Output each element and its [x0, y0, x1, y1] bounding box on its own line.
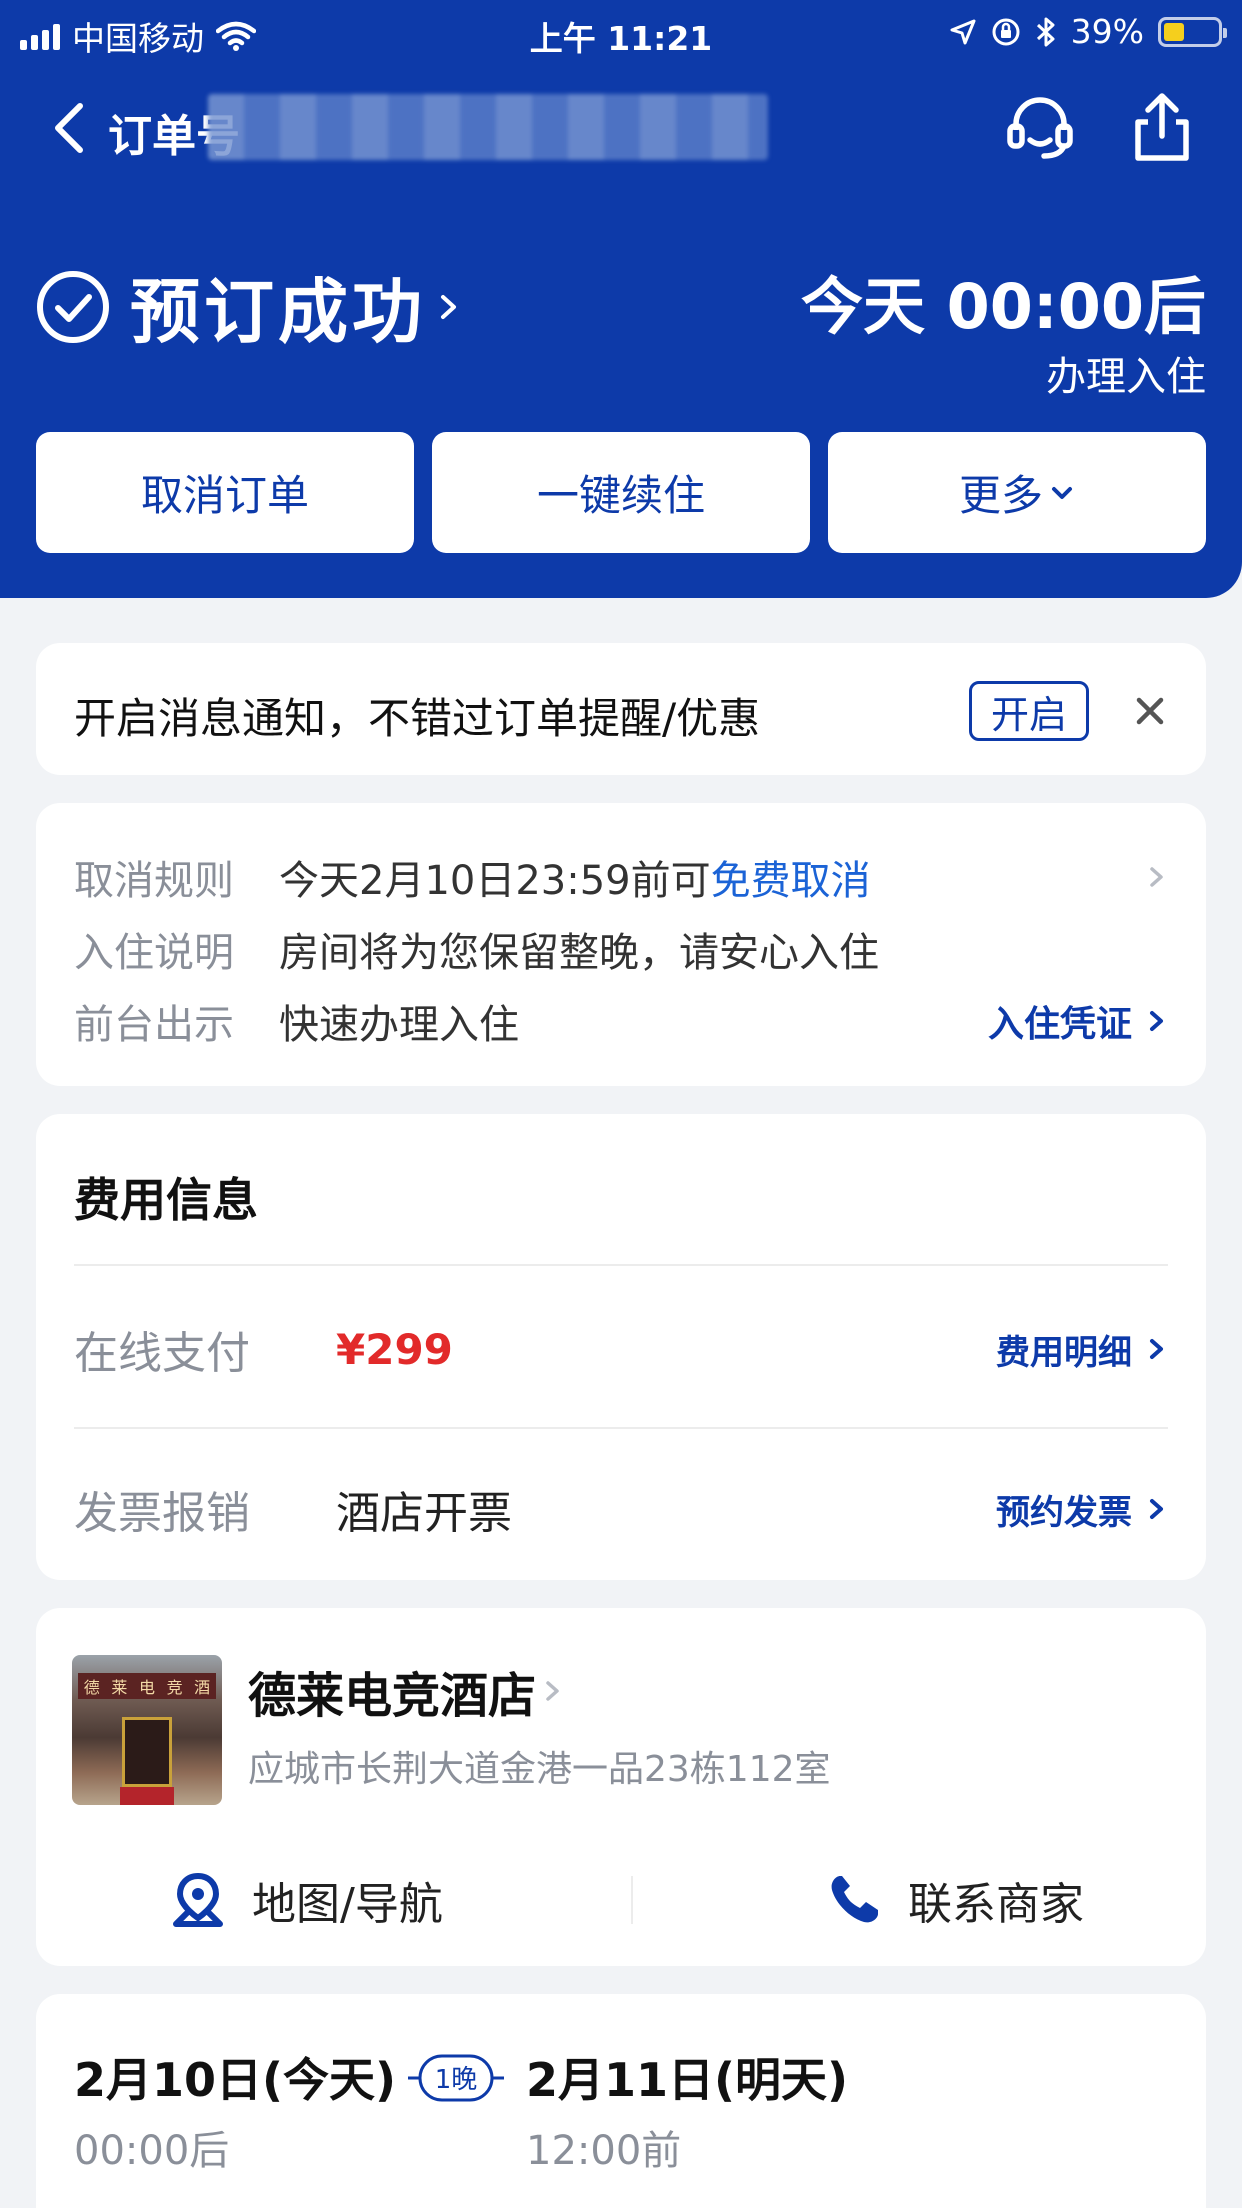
phone-icon	[831, 1876, 878, 1923]
booking-status: 预订成功 今天 00:00后 办理入住	[36, 250, 1206, 400]
stay-dates-card: 2月10日(今天) 00:00后 1晚 2月11日(明天) 12:00前	[36, 1994, 1206, 2208]
chevron-right-icon	[1150, 1339, 1163, 1359]
map-navigation-button[interactable]: 地图/导航	[170, 1864, 443, 1936]
contact-merchant-label: 联系商家	[908, 1879, 1084, 1930]
battery-icon	[1158, 16, 1227, 47]
hotel-door	[122, 1717, 172, 1787]
more-label: 更多	[958, 471, 1043, 520]
invoice-reserve-label: 预约发票	[996, 1492, 1132, 1533]
fee-detail-label: 费用明细	[996, 1332, 1132, 1373]
hotel-name-link[interactable]: 德莱电竞酒店	[248, 1656, 564, 1726]
nights-badge-frame: 1晚	[408, 2054, 504, 2102]
nights-label: 1晚	[435, 2065, 478, 2095]
extend-stay-label: 一键续住	[536, 471, 705, 520]
checkin-voucher-label: 入住凭证	[987, 1004, 1132, 1045]
cancel-order-button[interactable]: 取消订单	[36, 432, 414, 553]
divider	[631, 1876, 633, 1924]
fee-title: 费用信息	[74, 1173, 258, 1227]
rotation-lock-icon	[992, 18, 1020, 45]
extend-stay-button[interactable]: 一键续住	[432, 432, 810, 553]
header: 中国移动 上午 11:21 39% 订单号 预订成功 今天 00:00后 办理入…	[0, 0, 1242, 598]
nav-bar: 订单号	[0, 78, 1242, 178]
divider	[74, 1427, 1168, 1429]
customer-service-icon[interactable]	[1002, 90, 1078, 166]
hotel-sign: 德莱电竞酒	[78, 1673, 216, 1699]
map-pin-icon	[173, 1872, 223, 1927]
bluetooth-icon	[1036, 17, 1055, 46]
checkin-voucher-link[interactable]: 入住凭证	[988, 991, 1168, 1051]
cancel-rule-value: 今天2月10日23:59前可免费取消	[279, 858, 871, 904]
share-icon[interactable]	[1124, 90, 1200, 166]
chevron-right-icon	[546, 1681, 559, 1701]
notification-text: 开启消息通知，不错过订单提醒/优惠	[74, 694, 761, 743]
cancel-rule-row[interactable]: 取消规则 今天2月10日23:59前可免费取消	[74, 847, 1168, 907]
booking-status-text: 预订成功	[130, 271, 426, 353]
hotel-name: 德莱电竞酒店	[248, 1668, 537, 1724]
cancel-order-label: 取消订单	[140, 471, 309, 520]
chevron-right-icon	[1150, 1011, 1163, 1031]
front-desk-key: 前台出示	[74, 1002, 234, 1048]
front-desk-value: 快速办理入住	[279, 1002, 519, 1048]
fee-detail-link[interactable]: 费用明细	[996, 1314, 1168, 1384]
action-buttons: 取消订单 一键续住 更多	[36, 432, 1206, 553]
fee-card: 费用信息 在线支付 ¥299 费用明细 发票报销 酒店开票 预约发票	[36, 1114, 1206, 1580]
invoice-row: 发票报销 酒店开票 预约发票	[74, 1474, 1168, 1544]
hotel-card: 德莱电竞酒 德莱电竞酒店 应城市长荆大道金港一品23栋112室 地图/导航 联系…	[36, 1608, 1206, 1966]
hotel-carpet	[120, 1787, 174, 1805]
contact-merchant-button[interactable]: 联系商家	[826, 1864, 1084, 1936]
rules-card: 取消规则 今天2月10日23:59前可免费取消 入住说明 房间将为您保留整晚，请…	[36, 803, 1206, 1086]
chevron-down-icon	[1052, 486, 1072, 499]
checkin-note-row: 入住说明 房间将为您保留整晚，请安心入住	[74, 919, 1168, 979]
checkin-time: 今天 00:00后	[801, 270, 1206, 343]
divider	[74, 1264, 1168, 1266]
chevron-right-icon	[441, 294, 456, 319]
front-desk-row: 前台出示 快速办理入住 入住凭证	[74, 991, 1168, 1051]
checkout-date-time: 12:00前	[526, 2128, 682, 2174]
chevron-right-icon	[1150, 867, 1163, 887]
chevron-right-icon	[1150, 1499, 1163, 1519]
check-circle-icon	[37, 270, 109, 343]
cancel-rule-key: 取消规则	[74, 858, 234, 904]
checkin-note-key: 入住说明	[74, 930, 234, 976]
checkin-note-value: 房间将为您保留整晚，请安心入住	[279, 930, 879, 976]
hotel-address: 应城市长荆大道金港一品23栋112室	[248, 1749, 831, 1790]
more-button[interactable]: 更多	[828, 432, 1206, 553]
free-cancel-text: 免费取消	[710, 858, 871, 904]
checkin-subtitle: 办理入住	[1046, 354, 1206, 400]
order-number-masked	[208, 94, 768, 160]
booking-status-link[interactable]: 预订成功	[36, 256, 464, 357]
online-payment-row: 在线支付 ¥299 费用明细	[74, 1314, 1168, 1384]
status-bar: 中国移动 上午 11:21 39%	[0, 0, 1242, 62]
location-arrow-icon	[950, 19, 976, 44]
invoice-reserve-link[interactable]: 预约发票	[996, 1474, 1168, 1544]
checkout-date: 2月11日(明天)	[526, 2053, 849, 2107]
close-icon[interactable]	[1126, 687, 1174, 735]
checkin-date: 2月10日(今天)	[74, 2053, 397, 2107]
nights-badge: 1晚	[408, 2050, 504, 2106]
enable-notification-button[interactable]: 开启	[969, 681, 1089, 741]
checkin-date-time: 00:00后	[74, 2128, 230, 2174]
online-payment-key: 在线支付	[74, 1328, 250, 1379]
map-navigation-label: 地图/导航	[252, 1879, 443, 1930]
notification-card: 开启消息通知，不错过订单提醒/优惠 开启	[36, 643, 1206, 775]
battery-percent: 39%	[1070, 12, 1144, 51]
invoice-value: 酒店开票	[336, 1488, 512, 1539]
back-icon[interactable]	[44, 98, 94, 158]
price: ¥299	[336, 1324, 453, 1374]
hotel-thumbnail[interactable]: 德莱电竞酒	[72, 1655, 222, 1805]
invoice-key: 发票报销	[74, 1488, 250, 1539]
